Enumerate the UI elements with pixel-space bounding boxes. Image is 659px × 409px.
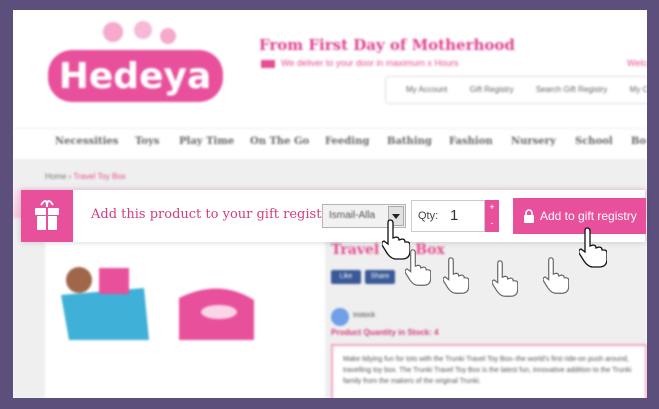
hand-cursor-trail-icon — [492, 260, 518, 297]
registry-select-value: Ismail-Alla — [329, 210, 376, 221]
product-description: Make tidying fun for tots with the Trunk… — [331, 344, 647, 398]
nav-item-play-time[interactable]: Play Time — [179, 136, 234, 147]
site-tagline: From First Day of Motherhood — [259, 36, 515, 54]
stock-status: Instock — [353, 312, 376, 319]
gift-icon-box — [21, 190, 73, 242]
hedeya-logo[interactable]: Hedeya — [43, 18, 228, 110]
quantity-in-stock: Product Quantity in Stock: 4 — [331, 328, 439, 337]
increment-button[interactable]: + — [485, 200, 499, 215]
gift-registry-bar: Add this product to your gift registry I… — [21, 190, 646, 242]
truck-icon — [261, 59, 275, 68]
nav-item-more[interactable]: Bo — [631, 136, 646, 147]
nav-item-toys[interactable]: Toys — [135, 136, 159, 147]
facebook-like-button[interactable]: Like — [331, 270, 361, 284]
breadcrumb-home[interactable]: Home — [45, 172, 66, 181]
top-link-my-account[interactable]: My Account — [406, 77, 447, 103]
decrement-button[interactable]: - — [485, 216, 499, 231]
hand-cursor-trail-icon — [443, 257, 469, 294]
nav-item-bathing[interactable]: Bathing — [387, 136, 432, 147]
nav-item-necessities[interactable]: Necessities — [55, 136, 118, 147]
top-link-gift-registry[interactable]: Gift Registry — [470, 77, 514, 103]
hand-cursor-trail-icon — [405, 249, 431, 286]
nav-item-school[interactable]: School — [575, 136, 613, 147]
svg-text:Hedeya: Hedeya — [59, 56, 212, 97]
nav-item-nursery[interactable]: Nursery — [511, 136, 556, 147]
breadcrumb: Home › Travel Toy Box — [45, 172, 126, 181]
product-image — [61, 267, 254, 340]
nav-item-on-the-go[interactable]: On The Go — [250, 136, 309, 147]
nav-item-fashion[interactable]: Fashion — [449, 136, 493, 147]
delivery-note: We deliver to your door in maximum x Hou… — [261, 58, 458, 68]
top-link-my-cart[interactable]: My C — [630, 77, 647, 103]
welcome-link[interactable]: Welco — [627, 58, 647, 68]
breadcrumb-current: Travel Toy Box — [73, 172, 126, 181]
quantity-field[interactable]: Qty: 1 — [411, 200, 485, 232]
instock-icon — [331, 308, 349, 326]
quantity-stepper[interactable]: + - — [485, 200, 499, 232]
hand-cursor-icon — [579, 227, 607, 268]
lock-icon — [524, 209, 534, 223]
registry-prompt: Add this product to your gift registry — [91, 207, 335, 222]
top-link-search-gift-registry[interactable]: Search Gift Registry — [536, 77, 608, 103]
main-nav: Necessities Toys Play Time On The Go Fee… — [13, 128, 647, 160]
hand-cursor-trail-icon — [543, 257, 569, 294]
site-header: Hedeya From First Day of Motherhood We d… — [13, 10, 647, 122]
nav-item-feeding[interactable]: Feeding — [325, 136, 369, 147]
quantity-value[interactable]: 1 — [450, 207, 458, 224]
quantity-label: Qty: — [418, 210, 439, 222]
facebook-share-button[interactable]: Share — [365, 270, 395, 284]
top-links-bar: My Account Gift Registry Search Gift Reg… — [385, 76, 647, 104]
add-button-label: Add to gift registry — [540, 209, 637, 223]
gift-icon — [35, 200, 59, 230]
